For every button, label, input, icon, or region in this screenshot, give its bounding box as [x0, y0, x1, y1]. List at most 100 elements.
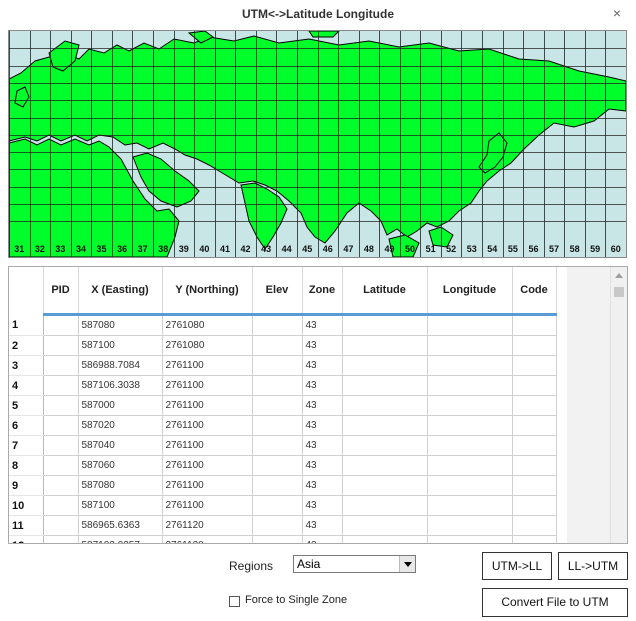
- table-cell[interactable]: 2761100: [162, 395, 253, 416]
- table-cell[interactable]: [512, 515, 557, 536]
- table-row[interactable]: 4 587106.3038 2761100 43: [9, 375, 557, 396]
- table-row[interactable]: 1 587080 2761080 43: [9, 314, 557, 336]
- table-cell[interactable]: [252, 314, 303, 336]
- table-cell[interactable]: [43, 535, 79, 543]
- table-cell[interactable]: [252, 355, 303, 376]
- table-cell[interactable]: 587102.0357: [78, 535, 163, 543]
- table-cell[interactable]: 2761080: [162, 335, 253, 356]
- table-row[interactable]: 12 587102.03572761120 43: [9, 535, 557, 543]
- table-cell[interactable]: [43, 335, 79, 356]
- table-cell[interactable]: 586965.6363: [78, 515, 163, 536]
- table-cell[interactable]: [342, 415, 428, 436]
- regions-dropdown[interactable]: Asia: [293, 555, 416, 573]
- utm-zone-map[interactable]: 31 32 33 34 35 36 37 38 39 40 41 42 43 44 45 46 47 48 49 50…: [8, 30, 627, 258]
- table-cell[interactable]: 43: [302, 495, 343, 516]
- table-cell[interactable]: [43, 355, 79, 376]
- table-cell[interactable]: [427, 475, 513, 496]
- table-cell[interactable]: 587080: [78, 475, 163, 496]
- table-row[interactable]: 11 586965.6363 2761120 43: [9, 515, 557, 536]
- table-cell[interactable]: [342, 375, 428, 396]
- table-cell[interactable]: [342, 535, 428, 543]
- table-cell[interactable]: [43, 455, 79, 476]
- table-cell[interactable]: [427, 355, 513, 376]
- table-cell[interactable]: 2761100: [162, 475, 253, 496]
- table-cell[interactable]: 2761120: [162, 535, 253, 543]
- column-header-code[interactable]: Code: [512, 267, 557, 316]
- table-cell[interactable]: [512, 475, 557, 496]
- table-cell[interactable]: [512, 314, 557, 336]
- table-cell[interactable]: [342, 515, 428, 536]
- table-cell[interactable]: [252, 495, 303, 516]
- force-single-zone-checkbox[interactable]: [229, 596, 240, 607]
- table-cell[interactable]: 43: [302, 395, 343, 416]
- table-cell[interactable]: [512, 495, 557, 516]
- table-cell[interactable]: 2761100: [162, 415, 253, 436]
- table-row[interactable]: 2 587100 2761080 43: [9, 335, 557, 356]
- table-cell[interactable]: [252, 415, 303, 436]
- table-cell[interactable]: 587000: [78, 395, 163, 416]
- table-cell[interactable]: 587100: [78, 335, 163, 356]
- close-icon[interactable]: ×: [610, 6, 624, 20]
- table-cell[interactable]: [342, 495, 428, 516]
- table-cell[interactable]: [43, 314, 79, 336]
- table-cell[interactable]: 587060: [78, 455, 163, 476]
- table-cell[interactable]: 43: [302, 335, 343, 356]
- table-cell[interactable]: [427, 335, 513, 356]
- table-cell[interactable]: [252, 455, 303, 476]
- column-header-zone[interactable]: Zone: [302, 267, 343, 316]
- table-cell[interactable]: 2761080: [162, 314, 253, 336]
- table-row[interactable]: 10 587100 2761100 43: [9, 495, 557, 516]
- table-cell[interactable]: [43, 415, 79, 436]
- table-cell[interactable]: [252, 535, 303, 543]
- table-row[interactable]: 8 587060 2761100 43: [9, 455, 557, 476]
- table-cell[interactable]: [512, 535, 557, 543]
- table-cell[interactable]: [427, 535, 513, 543]
- table-cell[interactable]: 587100: [78, 495, 163, 516]
- table-row[interactable]: 9 587080 2761100 43: [9, 475, 557, 496]
- table-cell[interactable]: [427, 415, 513, 436]
- table-cell[interactable]: [427, 495, 513, 516]
- table-cell[interactable]: 43: [302, 375, 343, 396]
- table-cell[interactable]: [342, 435, 428, 456]
- table-cell[interactable]: [427, 455, 513, 476]
- table-cell[interactable]: [43, 395, 79, 416]
- table-cell[interactable]: [342, 395, 428, 416]
- table-cell[interactable]: [43, 495, 79, 516]
- table-cell[interactable]: [252, 435, 303, 456]
- table-cell[interactable]: [512, 355, 557, 376]
- table-cell[interactable]: 43: [302, 435, 343, 456]
- table-row[interactable]: 3 586988.7084 2761100 43: [9, 355, 557, 376]
- scroll-thumb[interactable]: [614, 287, 624, 297]
- table-cell[interactable]: [427, 515, 513, 536]
- column-header-northing[interactable]: Y (Northing): [162, 267, 253, 316]
- table-cell[interactable]: 2761100: [162, 375, 253, 396]
- ll-to-utm-button[interactable]: LL->UTM: [558, 552, 628, 580]
- table-cell[interactable]: 43: [302, 475, 343, 496]
- convert-file-button[interactable]: Convert File to UTM: [482, 588, 628, 617]
- table-cell[interactable]: [43, 375, 79, 396]
- table-cell[interactable]: 587080: [78, 314, 163, 336]
- table-cell[interactable]: 2761100: [162, 495, 253, 516]
- table-cell[interactable]: [342, 314, 428, 336]
- table-cell[interactable]: [342, 455, 428, 476]
- table-cell[interactable]: 2761120: [162, 515, 253, 536]
- table-cell[interactable]: [512, 335, 557, 356]
- table-cell[interactable]: 587020: [78, 415, 163, 436]
- column-header-longitude[interactable]: Longitude: [427, 267, 513, 316]
- table-cell[interactable]: [252, 395, 303, 416]
- table-cell[interactable]: [427, 395, 513, 416]
- table-cell[interactable]: 2761100: [162, 455, 253, 476]
- table-cell[interactable]: [342, 475, 428, 496]
- table-cell[interactable]: 43: [302, 515, 343, 536]
- table-cell[interactable]: [512, 435, 557, 456]
- table-cell[interactable]: 586988.7084: [78, 355, 163, 376]
- table-cell[interactable]: [252, 515, 303, 536]
- table-cell[interactable]: [252, 335, 303, 356]
- table-cell[interactable]: 43: [302, 415, 343, 436]
- utm-to-ll-button[interactable]: UTM->LL: [482, 552, 552, 580]
- table-cell[interactable]: [252, 475, 303, 496]
- column-header-latitude[interactable]: Latitude: [342, 267, 428, 316]
- table-cell[interactable]: [342, 355, 428, 376]
- table-cell[interactable]: 2761100: [162, 435, 253, 456]
- column-header-elev[interactable]: Elev: [252, 267, 303, 316]
